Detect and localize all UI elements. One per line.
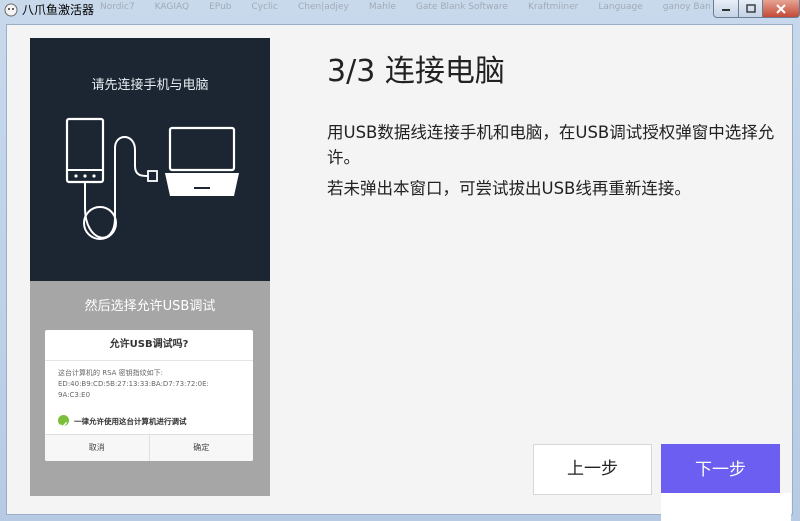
bg-tab: Kraftmiiner <box>527 2 579 12</box>
dialog-body-line: ED:40:B9:CD:5B:27:13:33:BA:D7:73:72:0E: <box>58 380 209 388</box>
maximize-icon <box>745 4 756 13</box>
app-logo-icon <box>4 3 18 17</box>
always-allow-label: 一律允许使用这台计算机进行调试 <box>74 417 187 426</box>
phone-illustration-panel: 请先连接手机与电脑 然后选择允许USB调试 允许USB调试吗? 这台计算机的 R… <box>30 38 270 496</box>
dialog-cancel-button: 取消 <box>45 435 150 461</box>
select-allow-prompt: 然后选择允许USB调试 <box>84 299 216 314</box>
bg-tab: KAGIAQ <box>154 2 190 12</box>
next-step-button[interactable]: 下一步 <box>661 444 780 495</box>
next-step-label: 下一步 <box>695 460 746 480</box>
bg-tab: Mahle <box>368 2 396 12</box>
dialog-ok-button: 确定 <box>193 443 210 452</box>
phone-laptop-cable-icon <box>65 117 239 240</box>
window-bottom-edge <box>661 493 791 521</box>
bg-tab: Language <box>598 2 643 12</box>
app-window: 八爪鱼激活器 Nordic7 KAGIAQ EPub Cyclic Chen|a… <box>0 0 800 521</box>
always-allow-checkbox: 一律允许使用这台计算机进行调试 <box>58 415 248 429</box>
close-icon <box>776 3 786 14</box>
bg-tab: Nordic7 <box>100 2 135 12</box>
bg-tab: Chen|adjey <box>298 2 349 12</box>
prev-step-button[interactable]: 上一步 <box>533 444 652 495</box>
maximize-button[interactable] <box>738 0 763 18</box>
close-button[interactable] <box>762 0 800 18</box>
minimize-button[interactable] <box>713 0 739 18</box>
bg-tab: ganoy Bang Timepoint <box>662 2 710 12</box>
title-bar: 八爪鱼激活器 Nordic7 KAGIAQ EPub Cyclic Chen|a… <box>0 0 800 20</box>
dialog-body-line: 这台计算机的 RSA 密钥指纹如下: <box>58 369 164 377</box>
minimize-icon <box>722 8 730 11</box>
bg-tab: Cyclic <box>251 2 279 12</box>
dialog-title: 允许USB调试吗? <box>45 330 253 361</box>
step-title: 3/3 连接电脑 <box>327 54 505 89</box>
background-taskbar-tabs: Nordic7 KAGIAQ EPub Cyclic Chen|adjey Ma… <box>90 0 710 20</box>
instruction-hint: 若未弹出本窗口，可尝试拔出USB线再重新连接。 <box>327 179 691 198</box>
check-icon <box>58 415 69 428</box>
dialog-body-line: 9A:C3:E0 <box>58 391 91 399</box>
usb-debug-dialog: 允许USB调试吗? 这台计算机的 RSA 密钥指纹如下: ED:40:B9:CD… <box>45 330 253 461</box>
connect-illustration: 请先连接手机与电脑 <box>30 38 270 281</box>
instruction-text: 用USB数据线连接手机和电脑，在USB调试授权弹窗中选择允许。 <box>327 123 775 167</box>
bg-tab: Gate Blank Software <box>415 2 508 12</box>
window-title: 八爪鱼激活器 <box>22 3 95 17</box>
bg-tab: EPub <box>209 2 232 12</box>
dialog-body: 这台计算机的 RSA 密钥指纹如下: ED:40:B9:CD:5B:27:13:… <box>58 368 248 401</box>
dialog-buttons: 取消 确定 <box>45 434 253 461</box>
